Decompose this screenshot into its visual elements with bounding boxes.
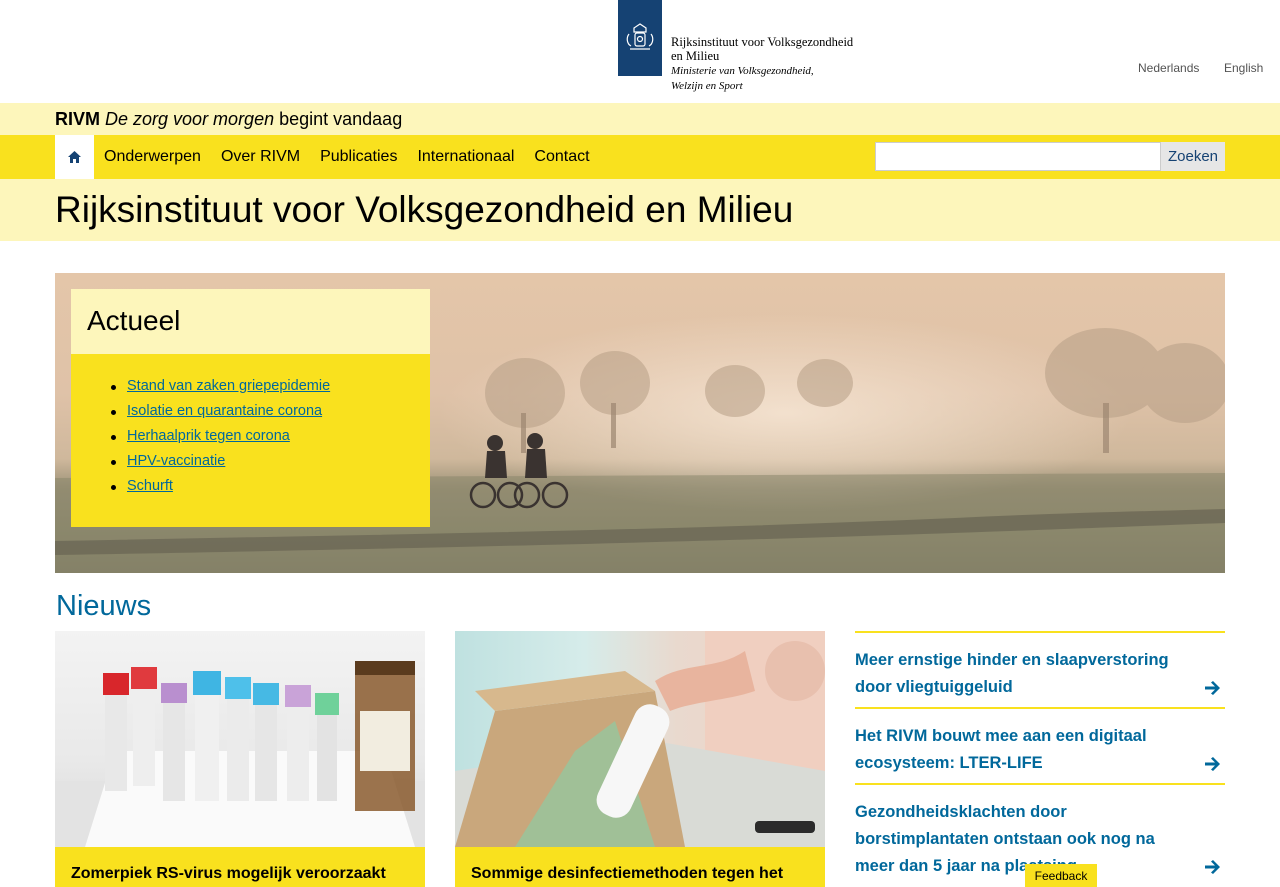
news-card-title: Sommige desinfectiemethoden tegen het bbox=[471, 865, 784, 882]
org-name-line2: en Milieu bbox=[671, 49, 720, 63]
list-item: Isolatie en quarantaine corona bbox=[111, 399, 430, 424]
language-link-nederlands[interactable]: Nederlands bbox=[1138, 61, 1199, 75]
actueel-link-isolatie[interactable]: Isolatie en quarantaine corona bbox=[127, 403, 322, 419]
language-link-english[interactable]: English bbox=[1224, 61, 1263, 75]
blood-tubes-illustration bbox=[55, 661, 425, 847]
actueel-link-hpv[interactable]: HPV-vaccinatie bbox=[127, 453, 225, 469]
news-card-image bbox=[55, 631, 425, 847]
news-side-list: Meer ernstige hinder en slaapverstoring … bbox=[855, 631, 1225, 886]
ministry-line1: Ministerie van Volksgezondheid, bbox=[671, 65, 814, 77]
search-button[interactable]: Zoeken bbox=[1161, 142, 1225, 171]
news-link-lter-life[interactable]: Het RIVM bouwt mee aan een digitaal ecos… bbox=[855, 723, 1185, 777]
slogan: RIVM De zorg voor morgen begint vandaag bbox=[55, 109, 402, 130]
nav-item-over-rivm[interactable]: Over RIVM bbox=[221, 148, 300, 166]
page-title: Rijksinstituut voor Volksgezondheid en M… bbox=[55, 189, 794, 230]
slogan-bar: RIVM De zorg voor morgen begint vandaag bbox=[0, 103, 1280, 135]
main-navigation: Onderwerpen Over RIVM Publicaties Intern… bbox=[0, 135, 1280, 179]
news-card-image bbox=[455, 631, 825, 847]
site-header: Rijksinstituut voor Volksgezondheid en M… bbox=[0, 0, 1280, 103]
arrow-right-icon bbox=[1205, 681, 1220, 695]
slogan-italic: De zorg voor morgen bbox=[105, 109, 275, 129]
list-item: Meer ernstige hinder en slaapverstoring … bbox=[855, 631, 1225, 707]
ministry-line2: Welzijn en Sport bbox=[671, 80, 743, 92]
arrow-right-icon bbox=[1205, 860, 1220, 874]
news-card-desinfectie[interactable]: Sommige desinfectiemethoden tegen het bbox=[455, 631, 825, 887]
search-input[interactable] bbox=[875, 142, 1161, 171]
actueel-list: Stand van zaken griepepidemie Isolatie e… bbox=[111, 374, 430, 499]
uv-disinfection-illustration bbox=[455, 631, 825, 847]
actueel-link-herhaalprik[interactable]: Herhaalprik tegen corona bbox=[127, 428, 290, 444]
nav-home-button[interactable] bbox=[55, 135, 94, 179]
actueel-link-griepepidemie[interactable]: Stand van zaken griepepidemie bbox=[127, 378, 330, 394]
actueel-title: Actueel bbox=[87, 305, 181, 336]
slogan-brand: RIVM bbox=[55, 109, 100, 129]
arrow-right-icon bbox=[1205, 757, 1220, 771]
news-card-title: Zomerpiek RS-virus mogelijk veroorzaakt bbox=[71, 865, 386, 882]
page-title-bar: Rijksinstituut voor Volksgezondheid en M… bbox=[0, 179, 1280, 241]
org-name-line1: Rijksinstituut voor Volksgezondheid bbox=[671, 35, 854, 49]
rijkslogo-emblem-icon[interactable] bbox=[618, 0, 662, 76]
list-item: Het RIVM bouwt mee aan een digitaal ecos… bbox=[855, 707, 1225, 783]
news-link-borstimplantaten[interactable]: Gezondheidsklachten door borstimplantate… bbox=[855, 799, 1185, 880]
news-card-rs-virus[interactable]: Zomerpiek RS-virus mogelijk veroorzaakt bbox=[55, 631, 425, 887]
news-link-vliegtuiggeluid[interactable]: Meer ernstige hinder en slaapverstoring … bbox=[855, 647, 1185, 701]
actueel-panel: Actueel Stand van zaken griepepidemie Is… bbox=[71, 289, 430, 527]
feedback-button[interactable]: Feedback bbox=[1025, 864, 1097, 887]
actueel-link-schurft[interactable]: Schurft bbox=[127, 478, 173, 494]
news-heading: Nieuws bbox=[56, 590, 152, 622]
nav-item-onderwerpen[interactable]: Onderwerpen bbox=[104, 148, 201, 166]
logo-wordmark[interactable]: Rijksinstituut voor Volksgezondheid en M… bbox=[671, 35, 891, 93]
list-item: HPV-vaccinatie bbox=[111, 449, 430, 474]
nav-item-publicaties[interactable]: Publicaties bbox=[320, 148, 397, 166]
home-icon bbox=[68, 151, 81, 163]
list-item: Herhaalprik tegen corona bbox=[111, 424, 430, 449]
nav-item-internationaal[interactable]: Internationaal bbox=[417, 148, 514, 166]
list-item: Schurft bbox=[111, 474, 430, 499]
list-item: Stand van zaken griepepidemie bbox=[111, 374, 430, 399]
slogan-rest: begint vandaag bbox=[274, 109, 403, 129]
nav-item-contact[interactable]: Contact bbox=[534, 148, 589, 166]
